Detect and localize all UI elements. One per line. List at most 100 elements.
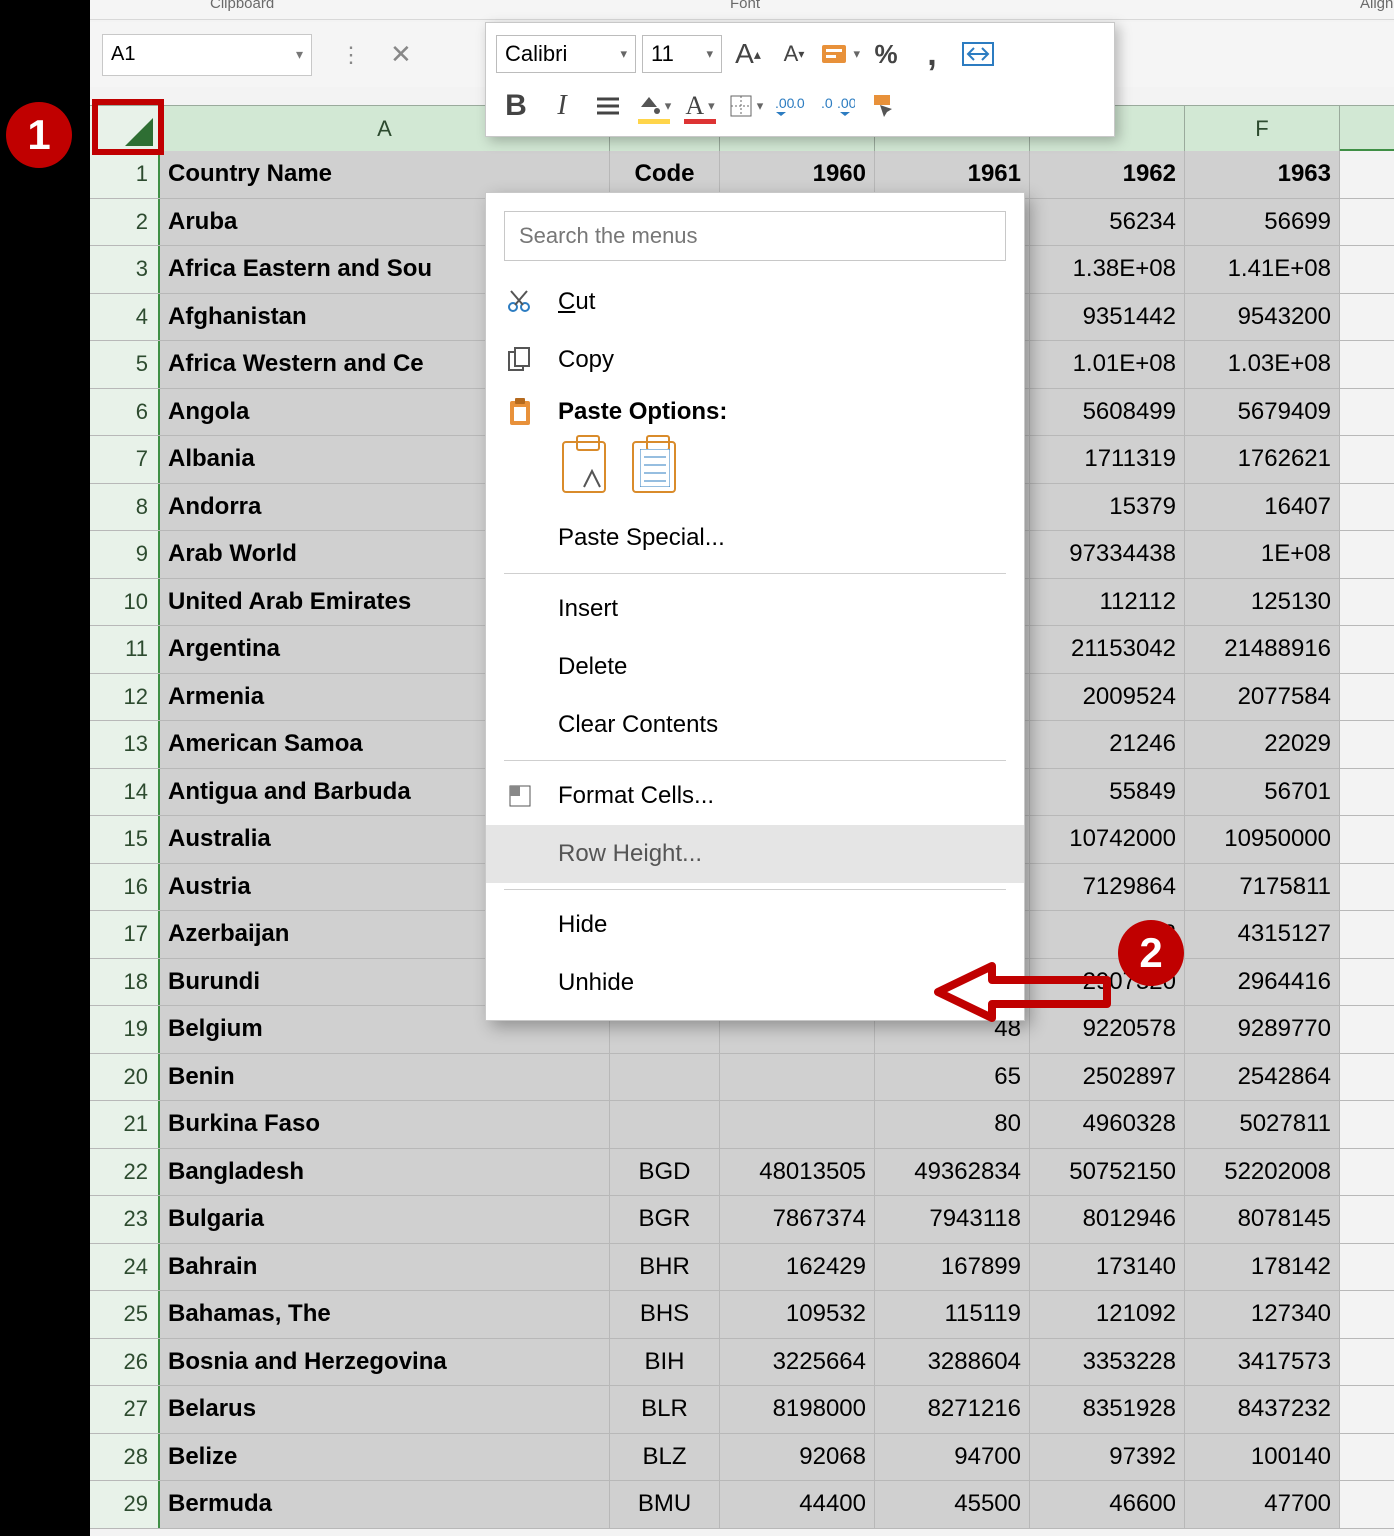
bold-button[interactable]: B [496,86,536,126]
cell[interactable]: 3225664 [720,1339,875,1386]
merge-center-icon[interactable] [958,34,998,74]
menu-insert[interactable]: Insert [486,580,1024,638]
cell[interactable]: 167899 [875,1244,1030,1291]
row-header[interactable]: 7 [90,436,160,483]
row-header[interactable]: 11 [90,626,160,673]
cell[interactable]: BLZ [610,1434,720,1481]
row-header[interactable]: 3 [90,246,160,293]
cell[interactable]: 4315127 [1185,911,1340,958]
cell[interactable]: Benin [160,1054,610,1101]
cell[interactable]: 109532 [720,1291,875,1338]
cell[interactable]: 15379 [1030,484,1185,531]
cell[interactable]: 2077584 [1185,674,1340,721]
cell[interactable]: 16407 [1185,484,1340,531]
cell[interactable]: 21153042 [1030,626,1185,673]
cell[interactable]: Code [610,151,720,198]
context-menu-search[interactable]: Search the menus [504,211,1006,261]
cell[interactable]: 8351928 [1030,1386,1185,1433]
cell[interactable] [610,1054,720,1101]
cell[interactable]: 65 [875,1054,1030,1101]
cell[interactable]: 94700 [875,1434,1030,1481]
cell[interactable]: 45500 [875,1481,1030,1528]
row-header[interactable]: 4 [90,294,160,341]
menu-format-cells[interactable]: Format Cells... [486,767,1024,825]
cell[interactable]: 3288604 [875,1339,1030,1386]
increase-decimal-icon[interactable]: .00.0 [772,86,812,126]
paste-option-1-icon[interactable] [562,441,606,493]
cell[interactable] [720,1054,875,1101]
name-box[interactable]: A1 ▾ [102,34,312,76]
cell[interactable]: 7867374 [720,1196,875,1243]
cell[interactable]: 97392 [1030,1434,1185,1481]
cell[interactable]: BMU [610,1481,720,1528]
cell[interactable]: 7943118 [875,1196,1030,1243]
cell[interactable]: 5679409 [1185,389,1340,436]
borders-icon[interactable]: ▾ [726,86,766,126]
cell[interactable]: 44400 [720,1481,875,1528]
cell[interactable]: 92068 [720,1434,875,1481]
cell[interactable]: 9351442 [1030,294,1185,341]
cell[interactable]: Country Name [160,151,610,198]
cell[interactable]: 2502897 [1030,1054,1185,1101]
row-header[interactable]: 12 [90,674,160,721]
column-header-F[interactable]: F [1185,106,1340,152]
cell[interactable]: BHR [610,1244,720,1291]
cell[interactable]: 3353228 [1030,1339,1185,1386]
comma-style-icon[interactable]: , [912,34,952,74]
cell[interactable]: 2964416 [1185,959,1340,1006]
percent-icon[interactable]: % [866,34,906,74]
cell[interactable]: 49362834 [875,1149,1030,1196]
cell[interactable]: 1962 [1030,151,1185,198]
row-header[interactable]: 22 [90,1149,160,1196]
cell[interactable]: Bahamas, The [160,1291,610,1338]
cell[interactable]: Belarus [160,1386,610,1433]
cell[interactable]: 80 [875,1101,1030,1148]
cell[interactable]: 55849 [1030,769,1185,816]
align-icon[interactable] [588,86,628,126]
cell[interactable]: 173140 [1030,1244,1185,1291]
accounting-format-icon[interactable]: ▾ [820,34,860,74]
cell[interactable]: 121092 [1030,1291,1185,1338]
cell[interactable]: 100140 [1185,1434,1340,1481]
menu-delete[interactable]: Delete [486,638,1024,696]
font-size-select[interactable]: 11▾ [642,35,722,73]
cell[interactable]: 1762621 [1185,436,1340,483]
cell[interactable]: BLR [610,1386,720,1433]
cell[interactable]: 1961 [875,151,1030,198]
row-header[interactable]: 8 [90,484,160,531]
format-painter-icon[interactable] [864,86,904,126]
cell[interactable]: 56699 [1185,199,1340,246]
cell[interactable]: BGD [610,1149,720,1196]
cell[interactable]: 10742000 [1030,816,1185,863]
row-header[interactable]: 17 [90,911,160,958]
row-header[interactable]: 15 [90,816,160,863]
row-header[interactable]: 13 [90,721,160,768]
grow-font-icon[interactable]: A▴ [728,34,768,74]
row-header[interactable]: 19 [90,1006,160,1053]
cell[interactable]: 1.41E+08 [1185,246,1340,293]
cell[interactable]: Bermuda [160,1481,610,1528]
cell[interactable]: 8198000 [720,1386,875,1433]
cell[interactable]: 56701 [1185,769,1340,816]
cell[interactable]: 97334438 [1030,531,1185,578]
cell[interactable]: Bahrain [160,1244,610,1291]
cell[interactable]: 4960328 [1030,1101,1185,1148]
cell[interactable]: 50752150 [1030,1149,1185,1196]
cell[interactable] [610,1101,720,1148]
row-header[interactable]: 25 [90,1291,160,1338]
cell[interactable]: 1E+08 [1185,531,1340,578]
cell[interactable]: 1960 [720,151,875,198]
row-header[interactable]: 10 [90,579,160,626]
cell[interactable]: 8437232 [1185,1386,1340,1433]
row-header[interactable]: 20 [90,1054,160,1101]
cell[interactable]: 162429 [720,1244,875,1291]
menu-paste-special[interactable]: Paste Special... [486,509,1024,567]
cell[interactable]: 22029 [1185,721,1340,768]
cell[interactable]: BHS [610,1291,720,1338]
menu-cut[interactable]: Cut [486,273,1024,331]
cell[interactable]: BGR [610,1196,720,1243]
italic-button[interactable]: I [542,86,582,126]
cell[interactable] [720,1101,875,1148]
menu-copy[interactable]: Copy [486,331,1024,389]
row-header[interactable]: 23 [90,1196,160,1243]
